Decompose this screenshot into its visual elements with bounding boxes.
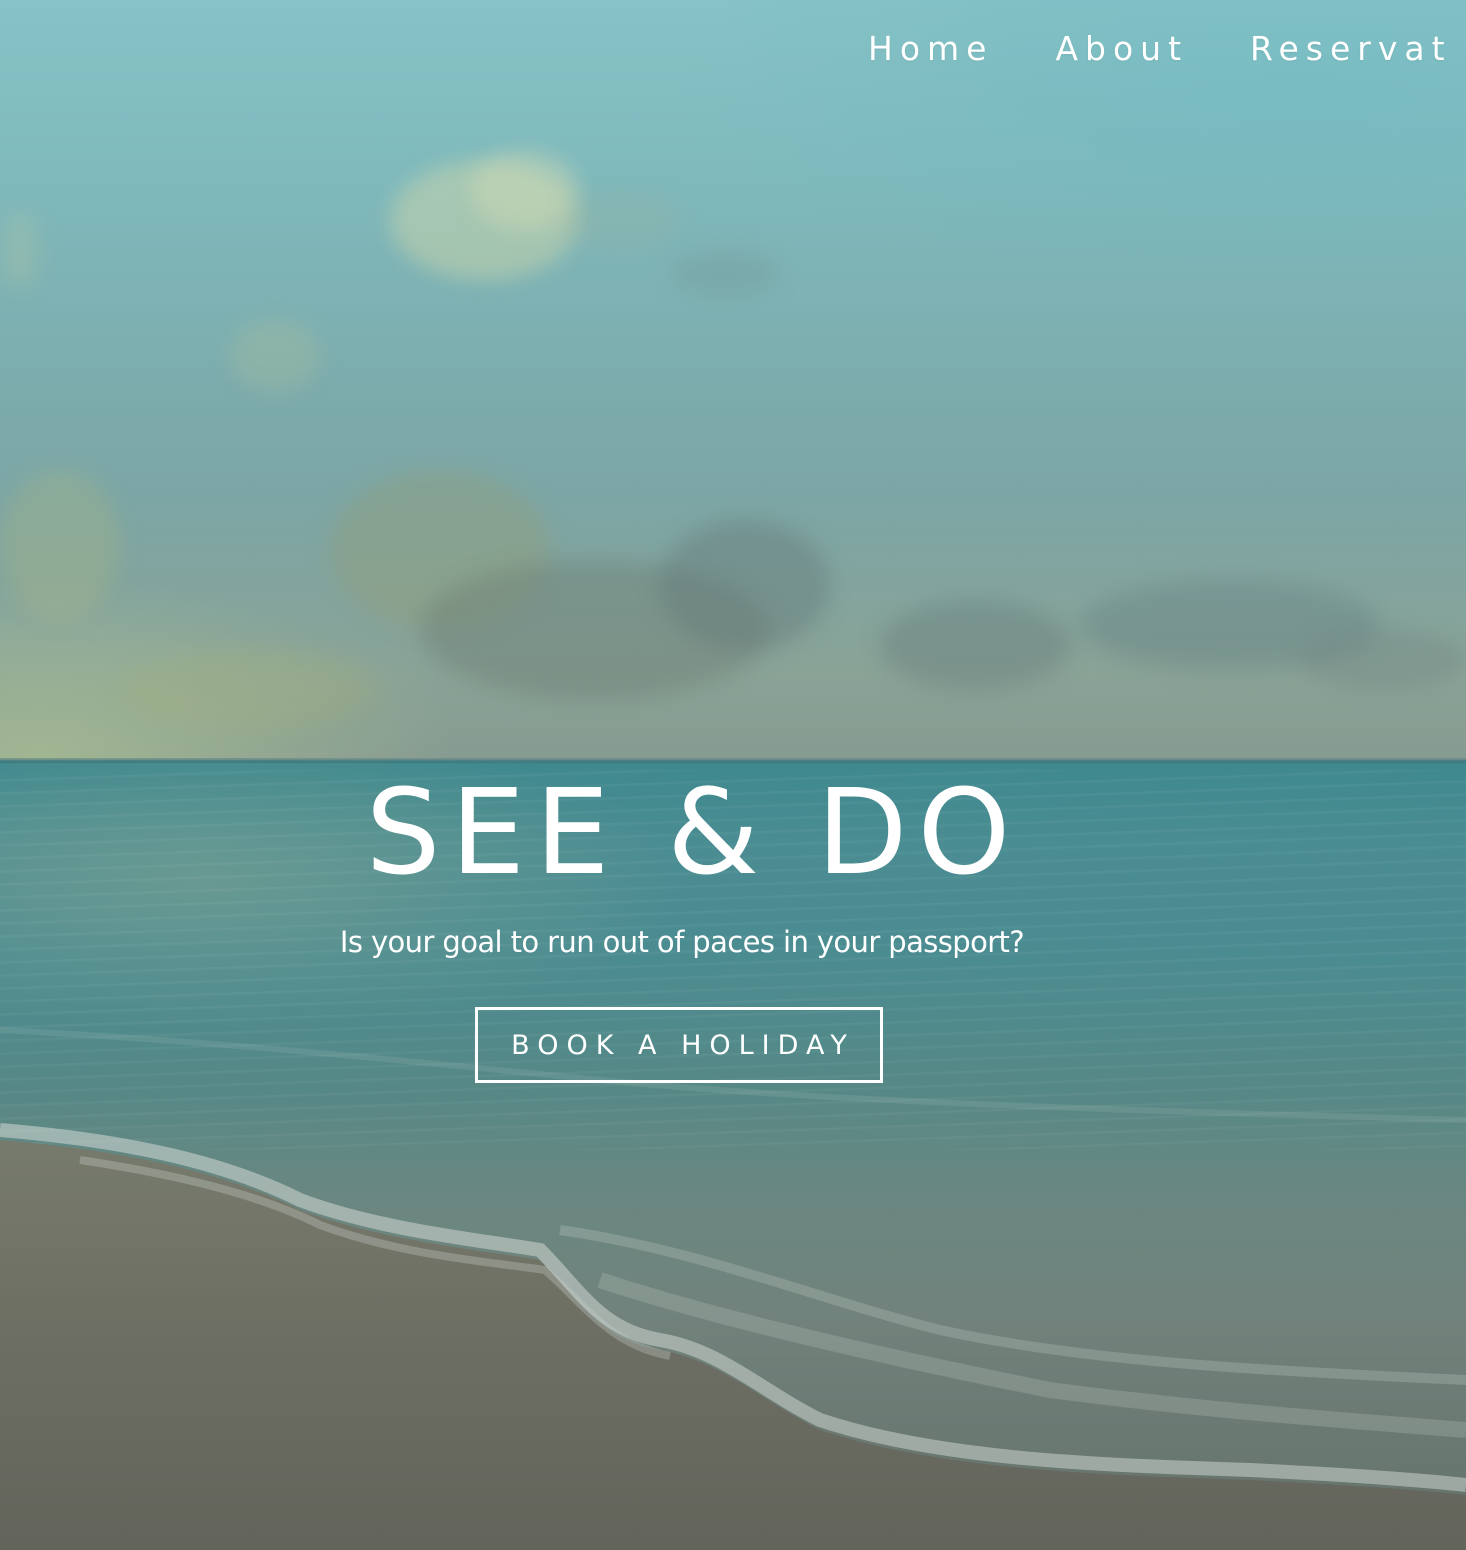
nav-link-about[interactable]: About <box>1055 26 1188 72</box>
nav-link-home[interactable]: Home <box>868 26 993 72</box>
main-nav: Home About Reservat <box>868 26 1466 72</box>
nav-link-reservations[interactable]: Reservat <box>1250 26 1452 72</box>
hero-content: SEE & DO Is your goal to run out of pace… <box>318 763 1046 1083</box>
hero-section: Home About Reservat SEE & DO Is your goa… <box>0 0 1466 1550</box>
book-holiday-button[interactable]: BOOK A HOLIDAY <box>475 1007 883 1083</box>
hero-subtitle: Is your goal to run out of paces in your… <box>339 925 1025 959</box>
hero-title: SEE & DO <box>365 763 1021 901</box>
